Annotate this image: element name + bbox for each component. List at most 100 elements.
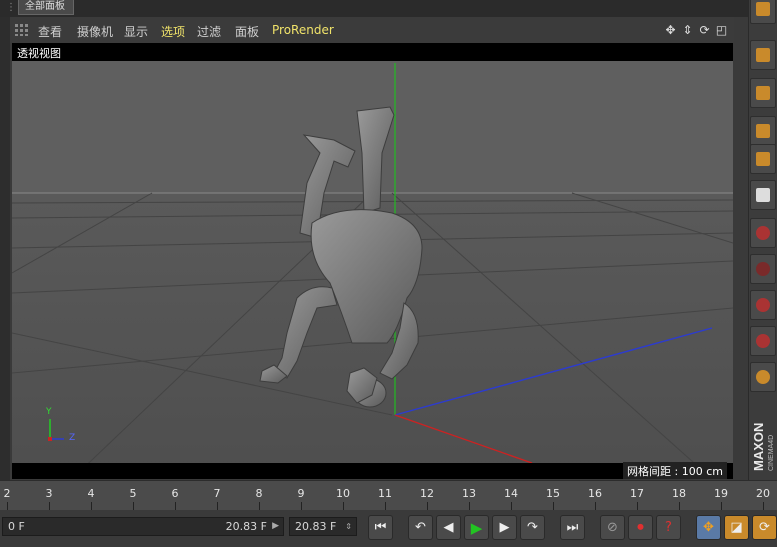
svg-text:CINEMA4D: CINEMA4D: [768, 435, 775, 471]
move-tool-button[interactable]: ✥: [696, 515, 721, 540]
previous-keyframe-icon: ↶: [415, 520, 426, 535]
transport-bar: 0 F 20.83 F ▶ 20.83 F ⇕ ⏮ ↶ ◀ ▶ ▶ ↷ ⏭ ⊘ …: [0, 510, 777, 547]
previous-frame-icon: ◀: [443, 520, 454, 535]
right-toolbar-button[interactable]: [750, 116, 776, 146]
viewport-menubar: 查看 摄像机 显示 选项 过滤 面板 ProRender ✥ ⇕ ⟳ ◰: [10, 17, 734, 43]
deformer-icon: [756, 298, 770, 312]
view-nav-icons: ✥ ⇕ ⟳ ◰: [664, 21, 728, 39]
right-toolbar-button[interactable]: [750, 40, 776, 70]
right-toolbar-button[interactable]: [750, 326, 776, 356]
right-toolbar-button[interactable]: [750, 290, 776, 320]
svg-text:MAXON: MAXON: [751, 423, 766, 471]
next-frame-button[interactable]: ▶: [492, 515, 517, 540]
help-record-button[interactable]: ?: [656, 515, 681, 540]
help-record-icon: ?: [665, 520, 672, 535]
rotate-tool-button[interactable]: ⟳: [752, 515, 777, 540]
record-keys-icon: ⏺: [637, 520, 644, 535]
menu-options[interactable]: 选项: [161, 23, 185, 40]
menu-filter[interactable]: 过滤: [197, 23, 221, 40]
timeline-ruler[interactable]: 2 3 4 5 6 7 8 9 10 11 12 13 14 15 16 17 18 19 20: [0, 480, 777, 511]
rotate-view-icon[interactable]: ⟳: [698, 23, 711, 37]
timeline-tick-label: 19: [714, 487, 728, 500]
go-to-start-button[interactable]: ⏮: [368, 515, 393, 540]
panel-tab[interactable]: 全部面板: [18, 0, 74, 15]
play-icon: ▶: [470, 518, 483, 537]
timeline-tick-label: 14: [504, 487, 518, 500]
timeline-tick-label: 4: [87, 487, 95, 500]
gizmo-z-label: Z: [69, 433, 76, 443]
menu-panel[interactable]: 面板: [235, 23, 259, 40]
timeline-tick: [49, 502, 50, 510]
timeline-tick: [595, 502, 596, 510]
timeline-tick-label: 12: [420, 487, 434, 500]
gradient-icon: [756, 188, 770, 202]
timeline-tick: [427, 502, 428, 510]
current-frame-value: 20.83 F: [295, 520, 337, 533]
perspective-viewport[interactable]: Y Z 透视视图 网格间距 : 100 cm: [12, 43, 733, 479]
viewport-title: 透视视图: [17, 47, 61, 60]
scale-tool-icon: ◪: [730, 520, 743, 535]
timeline-tick-label: 8: [255, 487, 263, 500]
dolly-view-icon[interactable]: ⇕: [681, 23, 694, 37]
viewport-title-bar: 透视视图: [12, 43, 733, 61]
right-toolbar-button[interactable]: [750, 362, 776, 392]
menu-camera[interactable]: 摄像机: [77, 23, 113, 40]
drag-grip-icon[interactable]: ⋮⋮: [6, 2, 26, 14]
timeline-tick-label: 18: [672, 487, 686, 500]
maxon-logo: MAXON CINEMA4D: [751, 423, 775, 471]
right-toolbar-button[interactable]: [750, 254, 776, 284]
record-keys-button[interactable]: ⏺: [628, 515, 653, 540]
menu-view[interactable]: 查看: [38, 23, 62, 40]
right-toolbar-button[interactable]: [750, 180, 776, 210]
cube-icon: [756, 48, 770, 62]
timeline-tick: [511, 502, 512, 510]
timeline-tick-label: 17: [630, 487, 644, 500]
timeline-tick: [679, 502, 680, 510]
timeline-tick-label: 15: [546, 487, 560, 500]
axis-icon: [756, 152, 770, 166]
next-keyframe-button[interactable]: ↷: [520, 515, 545, 540]
timeline-tick-label: 10: [336, 487, 350, 500]
deformer-icon: [756, 370, 770, 384]
deformer-icon: [756, 262, 770, 276]
right-toolbar-button[interactable]: [750, 218, 776, 248]
timeline-tick: [721, 502, 722, 510]
stepper-icon: ⇕: [345, 522, 352, 531]
previous-keyframe-button[interactable]: ↶: [408, 515, 433, 540]
timeline-tick: [553, 502, 554, 510]
right-toolbar-button[interactable]: [750, 0, 776, 24]
timeline-tick-label: 11: [378, 487, 392, 500]
go-to-end-button[interactable]: ⏭: [560, 515, 585, 540]
timeline-tick: [763, 502, 764, 510]
timeline-tick: [175, 502, 176, 510]
move-tool-icon: ✥: [703, 520, 714, 535]
frame-range-slider[interactable]: 0 F 20.83 F ▶: [2, 517, 284, 536]
right-toolbar-button[interactable]: [750, 144, 776, 174]
go-to-start-icon: ⏮: [374, 520, 387, 535]
timeline-tick-label: 3: [45, 487, 53, 500]
rotate-tool-icon: ⟳: [759, 520, 770, 535]
play-button[interactable]: ▶: [464, 515, 489, 540]
cube-icon: [756, 2, 770, 16]
timeline-tick: [7, 502, 8, 510]
maximize-view-icon[interactable]: ◰: [715, 23, 728, 37]
cube-icon: [756, 86, 770, 100]
record-off-button[interactable]: ⊘: [600, 515, 625, 540]
timeline-tick: [259, 502, 260, 510]
right-toolbar-button[interactable]: [750, 78, 776, 108]
timeline-tick-label: 6: [171, 487, 179, 500]
grip-icon[interactable]: [15, 24, 29, 36]
timeline-tick-label: 20: [756, 487, 770, 500]
menu-prorender[interactable]: ProRender: [272, 23, 334, 37]
move-view-icon[interactable]: ✥: [664, 23, 677, 37]
timeline-tick: [301, 502, 302, 510]
menu-display[interactable]: 显示: [124, 23, 148, 40]
timeline-tick-label: 5: [129, 487, 137, 500]
scale-tool-button[interactable]: ◪: [724, 515, 749, 540]
timeline-tick-label: 9: [297, 487, 305, 500]
range-arrow-icon: ▶: [272, 521, 279, 531]
current-frame-field[interactable]: 20.83 F ⇕: [289, 517, 357, 536]
timeline-tick: [385, 502, 386, 510]
previous-frame-button[interactable]: ◀: [436, 515, 461, 540]
timeline-tick: [91, 502, 92, 510]
